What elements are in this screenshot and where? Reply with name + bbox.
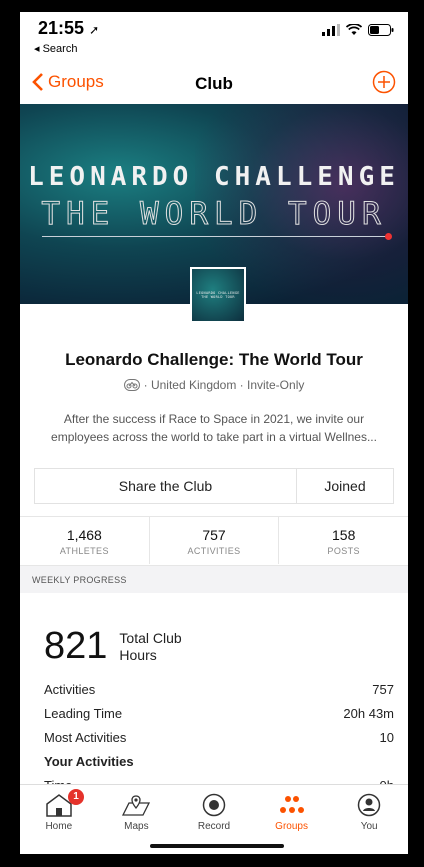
stat-athletes[interactable]: 1,468 ATHLETES	[20, 517, 149, 564]
banner-title: LEONARDO CHALLENGE	[28, 162, 400, 192]
tab-home[interactable]: 1 Home	[20, 785, 98, 854]
status-indicators	[322, 24, 394, 36]
tab-you[interactable]: You	[330, 785, 408, 854]
groups-icon	[279, 796, 304, 813]
location-arrow-icon: ➚	[89, 23, 100, 37]
row-value: 20h 43m	[343, 706, 394, 721]
total-club-hours: 821 Total Club Hours	[44, 626, 182, 666]
row-leading-time: Leading Time 20h 43m	[44, 706, 394, 730]
tab-label: Record	[197, 821, 231, 832]
tab-label: Maps	[124, 821, 149, 832]
weekly-progress-header: WEEKLY PROGRESS	[20, 565, 408, 593]
club-avatar-line2: THE WORLD TOUR	[201, 295, 235, 299]
tab-label: Home	[45, 821, 73, 832]
club-avatar[interactable]: LEONARDO CHALLENGE THE WORLD TOUR	[190, 267, 246, 323]
total-hours-label-line1: Total Club	[119, 630, 182, 646]
row-label: Most Activities	[44, 730, 127, 745]
status-time: 21:55 ➚	[38, 18, 99, 39]
add-button[interactable]	[372, 70, 396, 99]
row-most-activities: Most Activities 10	[44, 730, 394, 754]
status-bar: 21:55 ➚ ◂ Search	[20, 12, 408, 60]
banner-divider	[42, 236, 388, 237]
club-name: Leonardo Challenge: The World Tour	[65, 350, 363, 369]
profile-icon	[357, 793, 381, 817]
share-club-button[interactable]: Share the Club	[35, 469, 297, 503]
total-hours-value: 821	[44, 625, 108, 667]
stat-label: POSTS	[327, 546, 360, 556]
page-title: Club	[195, 74, 233, 93]
notification-badge: 1	[68, 789, 84, 805]
battery-icon	[368, 24, 394, 36]
record-icon	[202, 793, 226, 817]
tab-label: You	[360, 821, 378, 832]
club-meta-text: · United Kingdom · Invite-Only	[143, 378, 305, 392]
stat-posts[interactable]: 158 POSTS	[278, 517, 408, 564]
club-stats: 1,468 ATHLETES 757 ACTIVITIES 158 POSTS	[20, 516, 408, 564]
club-meta: · United Kingdom · Invite-Only	[20, 378, 408, 392]
stat-label: ACTIVITIES	[187, 546, 241, 556]
signal-icon	[322, 24, 340, 36]
your-activities-label: Your Activities	[44, 754, 134, 769]
total-hours-label: Total Club Hours	[119, 626, 181, 664]
tab-label: Groups	[275, 821, 308, 832]
club-actions: Share the Club Joined	[34, 468, 394, 504]
back-to-app-link[interactable]: ◂ Search	[34, 42, 77, 55]
row-value: 757	[372, 682, 394, 697]
plus-circle-icon	[372, 70, 396, 94]
row-activities: Activities 757	[44, 682, 394, 706]
your-activities-heading: Your Activities	[44, 754, 394, 778]
stat-label: ATHLETES	[59, 546, 109, 556]
sport-type-icon	[123, 379, 140, 391]
total-hours-label-line2: Hours	[119, 647, 157, 663]
wifi-icon	[346, 24, 362, 35]
status-time-text: 21:55	[38, 18, 85, 38]
stat-activities[interactable]: 757 ACTIVITIES	[148, 517, 279, 564]
row-label: Activities	[44, 682, 96, 697]
banner-subtitle: THE WORLD TOUR	[41, 196, 387, 233]
home-indicator	[150, 844, 284, 848]
row-value: 10	[379, 730, 394, 745]
stat-value: 1,468	[66, 527, 102, 543]
club-description[interactable]: After the success if Race to Space in 20…	[46, 410, 382, 446]
banner-dot	[385, 233, 392, 240]
phone-screen: 21:55 ➚ ◂ Search Groups Club LEONARDO CH…	[16, 8, 412, 858]
map-pin-icon	[122, 795, 151, 816]
stat-value: 158	[332, 527, 356, 543]
tab-bar: 1 Home Maps Record Groups You	[20, 784, 408, 854]
navigation-bar: Groups Club	[20, 64, 408, 104]
row-label: Leading Time	[44, 706, 123, 721]
stat-value: 757	[202, 527, 226, 543]
joined-button[interactable]: Joined	[297, 469, 393, 503]
